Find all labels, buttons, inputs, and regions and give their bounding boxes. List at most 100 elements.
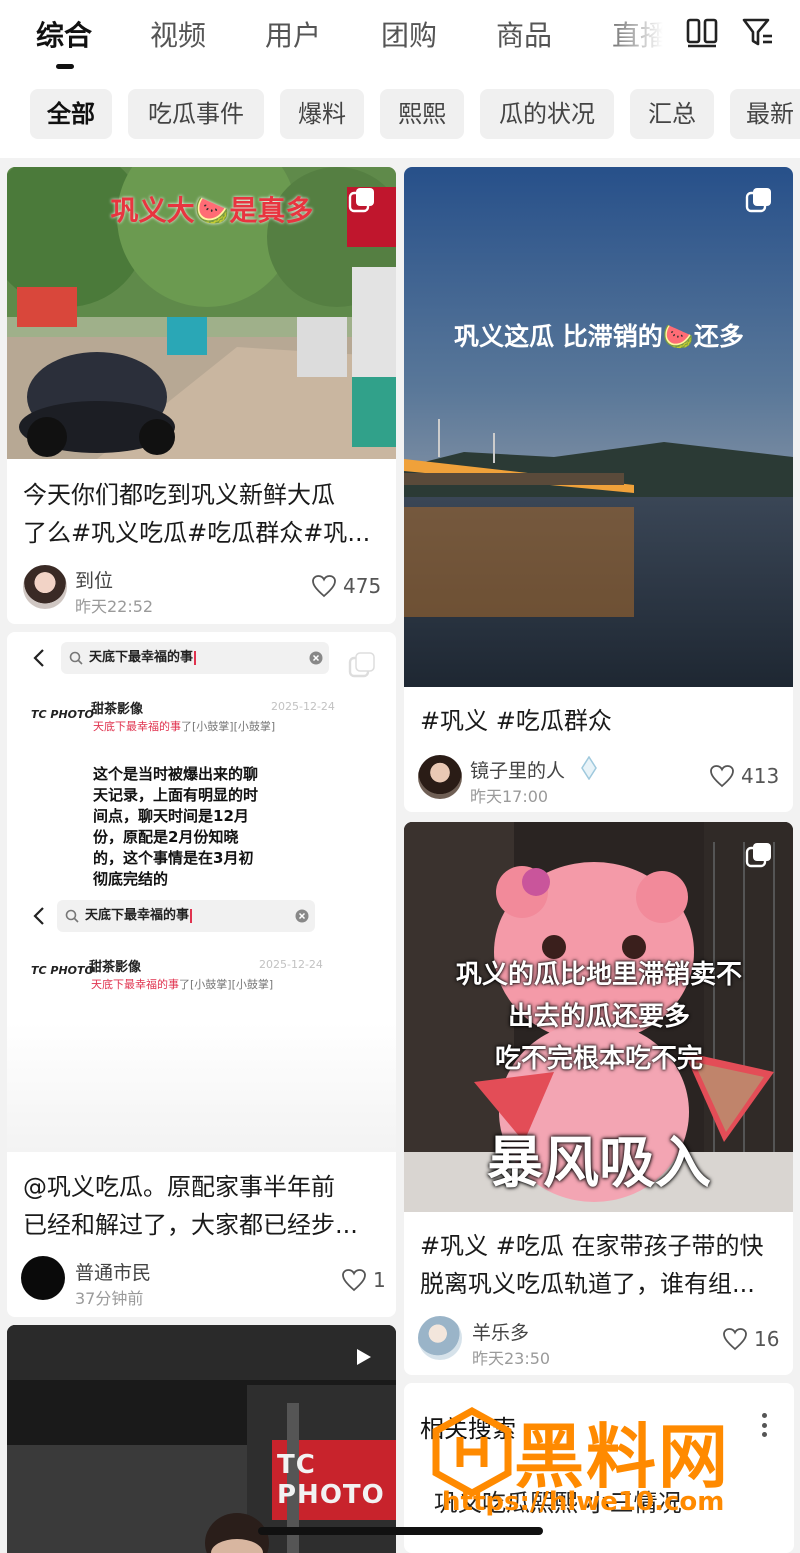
avatar[interactable]: [418, 1316, 462, 1360]
screenshot-logo: TC PHOTO: [31, 708, 94, 721]
tab-fade: [600, 0, 690, 80]
card-4-title-line2: 脱离巩义吃瓜轨道了，谁有组...: [420, 1270, 755, 1298]
chip-melon-events[interactable]: 吃瓜事件: [128, 89, 264, 139]
screenshot-blank-area: [7, 1022, 396, 1152]
tab-comprehensive[interactable]: 综合: [36, 14, 92, 54]
card-1-time: 昨天22:52: [75, 597, 154, 616]
card-2-title: #巩义 #吃瓜群众: [420, 707, 612, 735]
card-3-time: 37分钟前: [75, 1289, 144, 1308]
screenshot-search-text-2: 天底下最幸福的事: [85, 908, 190, 923]
like-button[interactable]: 475: [311, 574, 381, 598]
card-4-overlay-line3: 吃不完根本吃不完: [494, 1044, 703, 1074]
like-button[interactable]: 16: [722, 1327, 779, 1351]
clear-icon: [295, 909, 309, 923]
search-icon: [69, 651, 83, 665]
play-icon: [357, 1349, 371, 1365]
chip-all[interactable]: 全部: [30, 89, 112, 139]
top-tab-bar: 综合 视频 用户 团购 商品 直播: [0, 0, 800, 80]
card-1-overlay-text: 巩义大🍉是真多: [110, 194, 314, 227]
card-2-image: 巩义这瓜 比滞销的🍉还多: [404, 167, 793, 687]
grid-view-icon[interactable]: [684, 14, 720, 50]
avatar[interactable]: [418, 755, 462, 799]
screenshot-date: 2025-12-24: [271, 700, 335, 713]
screenshot-body-6: 彻底完结的: [93, 870, 169, 888]
like-button[interactable]: 1: [341, 1268, 386, 1292]
back-arrow-icon: [33, 907, 44, 925]
card-2-overlay-text: 巩义这瓜 比滞销的🍉还多: [454, 322, 744, 351]
screenshot-logo-2: TC PHOTO: [31, 964, 94, 977]
feed-card-2[interactable]: 巩义这瓜 比滞销的🍉还多 #巩义 #吃瓜群众 镜子里的人 昨天17:00 413: [404, 167, 793, 812]
like-count: 1: [373, 1268, 386, 1292]
active-tab-indicator: [56, 64, 74, 69]
card-1-title-line2: 了么#巩义吃瓜#吃瓜群众#巩...: [23, 519, 371, 547]
like-count: 475: [343, 574, 382, 598]
card-5-sign-text: TC PHOTO: [277, 1450, 385, 1510]
tab-users[interactable]: 用户: [265, 14, 321, 54]
chip-revelation[interactable]: 爆料: [280, 89, 364, 139]
watermark: 黑料网 https://hlwe10.com: [432, 1395, 782, 1535]
filter-icon[interactable]: [740, 14, 776, 50]
card-3-username[interactable]: 普通市民: [75, 1258, 151, 1285]
card-4-time: 昨天23:50: [472, 1349, 551, 1368]
chip-xixi[interactable]: 熙熙: [380, 89, 464, 139]
screenshot-search-bar: 天底下最幸福的事: [61, 642, 329, 674]
screenshot-search-text: 天底下最幸福的事: [89, 650, 194, 665]
screenshot-account-name-2: 甜茶影像: [89, 960, 142, 975]
home-indicator: [258, 1527, 543, 1535]
heart-icon: [723, 1328, 747, 1351]
multi-image-icon: [348, 652, 375, 678]
tab-products[interactable]: 商品: [496, 14, 552, 54]
chip-melon-status[interactable]: 瓜的状况: [480, 89, 614, 139]
avatar[interactable]: [23, 565, 67, 609]
diamond-badge-icon: [581, 756, 597, 780]
multi-image-icon: [745, 843, 771, 868]
screenshot-account-name: 甜茶影像: [91, 702, 144, 717]
card-4-overlay-big: 暴风吸入: [487, 1131, 711, 1196]
card-2-username[interactable]: 镜子里的人: [470, 756, 565, 783]
heart-icon: [710, 765, 734, 788]
screenshot-date-2: 2025-12-24: [259, 958, 323, 971]
chip-latest[interactable]: 最新: [730, 89, 800, 139]
feed-card-5[interactable]: TC PHOTO: [7, 1325, 396, 1553]
filter-chip-bar: 全部 吃瓜事件 爆料 熙熙 瓜的状况 汇总 最新: [0, 80, 800, 158]
avatar[interactable]: [21, 1256, 65, 1300]
feed-card-3[interactable]: 天底下最幸福的事 TC PHOTO 甜茶影像 2025-12-24 天底下最幸福…: [7, 632, 396, 1317]
back-arrow-icon: [33, 649, 44, 667]
watermark-logo-icon: [432, 1407, 512, 1497]
tab-group-buy[interactable]: 团购: [381, 14, 437, 54]
card-1-image: 巩义大🍉是真多: [7, 167, 396, 459]
like-count: 16: [754, 1327, 780, 1351]
screenshot-snippet-2: 天底下最幸福的事了[小鼓掌][小鼓掌]: [91, 978, 274, 991]
like-count: 413: [741, 764, 780, 788]
screenshot-body-3: 间点，聊天时间是12月: [93, 807, 249, 825]
card-4-overlay-line1: 巩义的瓜比地里滞销卖不: [455, 960, 742, 990]
screenshot-body-5: 的，这个事情是在3月初: [93, 849, 254, 867]
feed-card-4[interactable]: 巩义的瓜比地里滞销卖不 出去的瓜还要多 吃不完根本吃不完 暴风吸入 #巩义 #吃…: [404, 822, 793, 1375]
card-3-title-line2: 已经和解过了，大家都已经步...: [23, 1211, 358, 1239]
like-button[interactable]: 413: [709, 764, 779, 788]
screenshot-body-2: 天记录，上面有明显的时: [93, 786, 259, 804]
card-4-overlay-line2: 出去的瓜还要多: [507, 1002, 690, 1032]
card-1-username[interactable]: 到位: [75, 566, 113, 593]
screenshot-body-1: 这个是当时被爆出来的聊: [93, 765, 259, 783]
card-2-time: 昨天17:00: [470, 787, 549, 806]
heart-icon: [312, 575, 336, 598]
watermark-url: https://hlwe10.com: [442, 1487, 725, 1517]
clear-icon: [309, 651, 323, 665]
multi-image-icon: [348, 188, 374, 213]
card-3-title-line1: @巩义吃瓜。原配家事半年前: [23, 1173, 335, 1201]
heart-icon: [342, 1269, 366, 1292]
multi-image-icon: [745, 188, 771, 213]
card-3-image: 天底下最幸福的事 TC PHOTO 甜茶影像 2025-12-24 天底下最幸福…: [7, 632, 396, 1152]
chip-summary[interactable]: 汇总: [630, 89, 714, 139]
screenshot-snippet: 天底下最幸福的事了[小鼓掌][小鼓掌]: [93, 720, 276, 733]
feed-card-1[interactable]: 巩义大🍉是真多 今天你们都吃到巩义新鲜大瓜 了么#巩义吃瓜#吃瓜群众#巩... …: [7, 167, 396, 624]
card-1-title-line1: 今天你们都吃到巩义新鲜大瓜: [23, 481, 335, 509]
tab-video[interactable]: 视频: [150, 14, 206, 54]
card-5-video: TC PHOTO: [7, 1325, 396, 1553]
screenshot-body-4: 份，原配是2月份知晓: [93, 828, 239, 846]
screenshot-search-bar-2: 天底下最幸福的事: [57, 900, 315, 932]
card-4-title-line1: #巩义 #吃瓜 在家带孩子带的快: [420, 1232, 764, 1260]
card-4-username[interactable]: 羊乐多: [472, 1318, 529, 1345]
card-4-image: 巩义的瓜比地里滞销卖不 出去的瓜还要多 吃不完根本吃不完 暴风吸入: [404, 822, 793, 1212]
